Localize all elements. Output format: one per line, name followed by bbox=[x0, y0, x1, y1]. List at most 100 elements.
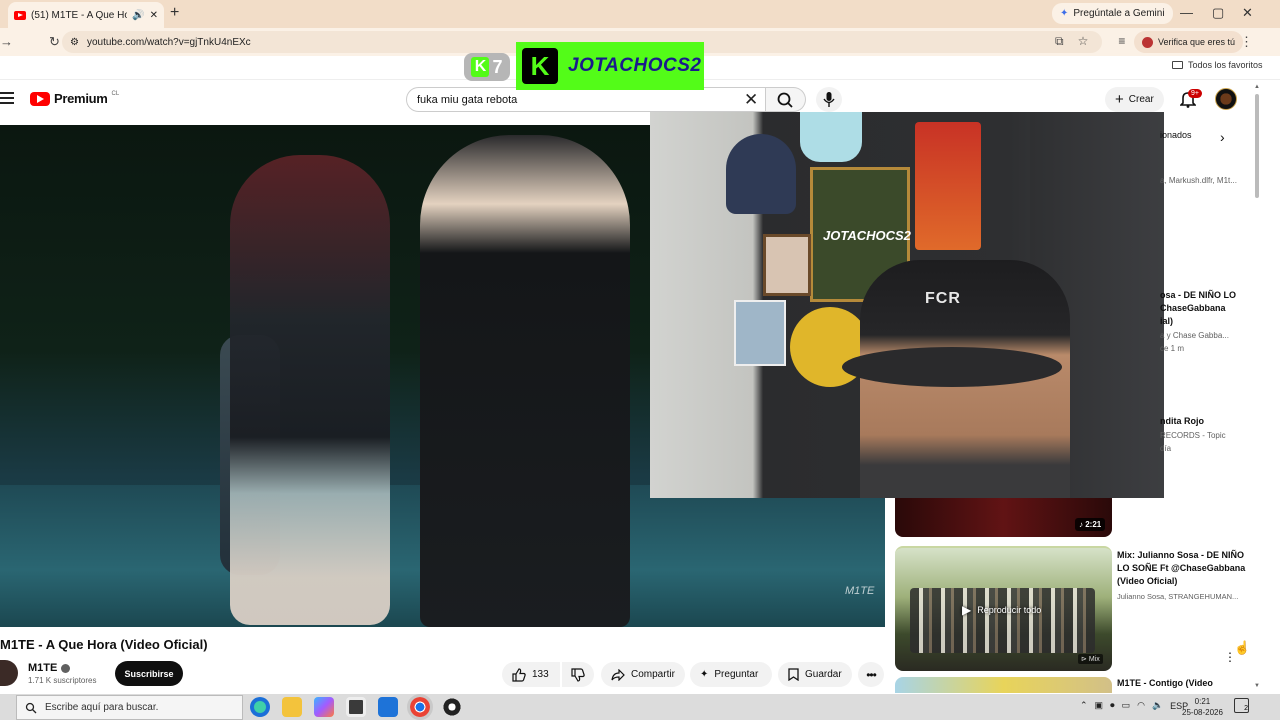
close-window-button[interactable]: ✕ bbox=[1242, 5, 1253, 21]
mix-title[interactable]: Mix: Julianno Sosa - DE NIÑO LO SOÑE Ft … bbox=[1117, 549, 1247, 588]
all-bookmarks-label: Todos los favoritos bbox=[1188, 60, 1263, 70]
battery-icon[interactable]: ▭ bbox=[1122, 700, 1131, 711]
kick-viewers-badge: K 7 bbox=[464, 53, 510, 81]
voice-search-button[interactable] bbox=[816, 87, 842, 112]
taskbar-search[interactable]: Escribe aquí para buscar. bbox=[16, 695, 243, 720]
hamburger-menu-icon[interactable] bbox=[0, 92, 14, 104]
subscribe-button[interactable]: Suscribirse bbox=[115, 661, 183, 686]
speaker-icon[interactable]: 🔊 bbox=[132, 10, 144, 21]
scroll-down-arrow[interactable]: ▼ bbox=[1254, 683, 1260, 689]
youtube-favicon-icon bbox=[14, 10, 26, 20]
bucket-hat-brim bbox=[842, 347, 1062, 387]
scrollbar-thumb[interactable] bbox=[1255, 94, 1259, 198]
clear-search-icon[interactable]: ✕ bbox=[744, 90, 758, 110]
channel-avatar[interactable] bbox=[0, 660, 18, 686]
edge-icon[interactable] bbox=[250, 697, 270, 717]
create-button[interactable]: + Crear bbox=[1105, 87, 1164, 112]
reload-icon[interactable]: ↻ bbox=[49, 34, 60, 50]
obs-icon[interactable] bbox=[442, 697, 462, 717]
copilot-icon[interactable] bbox=[314, 697, 334, 717]
photo-frame-2 bbox=[734, 300, 786, 366]
volume-icon[interactable]: 🔈 bbox=[1152, 700, 1163, 711]
video-watermark: M1TE bbox=[845, 585, 875, 597]
network-icon[interactable]: ▣ bbox=[1095, 700, 1104, 711]
more-actions-button[interactable]: ••• bbox=[858, 662, 884, 687]
clock-date: 25-08-2026 bbox=[1182, 708, 1223, 717]
browser-menu-icon[interactable]: ⋮ bbox=[1240, 34, 1253, 50]
url-text: youtube.com/watch?v=gjTnkU4nEXc bbox=[86, 36, 251, 48]
save-button[interactable]: Guardar bbox=[778, 662, 852, 687]
more-horizontal-icon: ••• bbox=[866, 667, 877, 682]
rec-title-fragment[interactable]: ndita Rojo bbox=[1160, 415, 1204, 428]
search-icon bbox=[777, 92, 793, 108]
play-icon: ▶ bbox=[962, 603, 972, 617]
gemini-button[interactable]: ✦ Pregúntale a Gemini bbox=[1052, 3, 1173, 24]
mouse-cursor-icon: ☝ bbox=[1234, 640, 1251, 655]
sparkle-icon: ✦ bbox=[1060, 8, 1069, 19]
rec-channel-fragment: a y Chase Gabba... bbox=[1160, 331, 1229, 340]
scroll-up-arrow[interactable]: ▲ bbox=[1254, 84, 1260, 90]
rec-title-fragment[interactable]: ial) bbox=[1160, 315, 1173, 328]
filter-chip-related[interactable]: ionados bbox=[1160, 130, 1192, 140]
rec-title-3[interactable]: M1TE - Contigo (Video bbox=[1117, 678, 1213, 688]
hanging-hat bbox=[726, 134, 796, 214]
rec-title-fragment[interactable]: ChaseGabbana bbox=[1160, 302, 1226, 315]
maximize-button[interactable]: ▢ bbox=[1212, 5, 1224, 21]
hanging-cap bbox=[800, 112, 862, 162]
profile-verify-button[interactable]: Verifica que eres tú bbox=[1134, 31, 1244, 53]
country-code: CL bbox=[111, 90, 120, 97]
youtube-logo[interactable]: Premium CL bbox=[30, 91, 119, 106]
webcam-overlay: JOTACHOCS2 FCR bbox=[650, 112, 1164, 498]
mail-icon[interactable] bbox=[378, 697, 398, 717]
ask-label: Preguntar bbox=[714, 669, 759, 680]
duration-badge: ♪ 2:21 bbox=[1075, 518, 1106, 531]
tray-chevron-icon[interactable]: ⌃ bbox=[1080, 700, 1088, 711]
clock-time: 0:21 bbox=[1194, 697, 1211, 706]
new-tab-button[interactable]: + bbox=[170, 4, 179, 22]
file-explorer-icon[interactable] bbox=[282, 697, 302, 717]
store-icon[interactable] bbox=[346, 697, 366, 717]
bookmark-star-icon[interactable]: ☆ bbox=[1078, 34, 1089, 49]
rec-meta-fragment: día bbox=[1160, 444, 1172, 453]
forward-icon[interactable]: → bbox=[0, 34, 13, 50]
rec-title-fragment[interactable]: osa - DE NIÑO LO bbox=[1160, 289, 1236, 302]
channel-name: M1TE bbox=[28, 662, 58, 674]
all-bookmarks-button[interactable]: Todos los favoritos bbox=[1172, 60, 1263, 70]
clock[interactable]: 0:21 25-08-2026 bbox=[1182, 696, 1223, 718]
media-control-icon[interactable]: ≡ bbox=[1118, 34, 1125, 49]
dislike-button[interactable] bbox=[562, 662, 594, 687]
nav-buttons: → ↻ bbox=[0, 34, 60, 50]
share-arrow-icon bbox=[611, 668, 625, 681]
ironman-poster bbox=[915, 122, 981, 250]
chip-next-icon[interactable]: › bbox=[1220, 129, 1225, 145]
ask-button[interactable]: ✦ Preguntar bbox=[690, 662, 772, 687]
mic-tray-icon[interactable]: ⏺ bbox=[1110, 700, 1115, 711]
chrome-icon[interactable] bbox=[407, 694, 433, 720]
share-label: Compartir bbox=[631, 669, 675, 680]
like-button[interactable]: 133 bbox=[502, 662, 560, 687]
kick-channel-name: JOTACHOCS2 bbox=[568, 55, 702, 76]
minimize-button[interactable]: — bbox=[1180, 5, 1193, 20]
install-app-icon[interactable]: ⧉ bbox=[1055, 34, 1064, 49]
tab-close-icon[interactable]: ✕ bbox=[150, 10, 158, 21]
site-info-icon[interactable]: ⚙ bbox=[70, 37, 79, 48]
photo-frame bbox=[763, 234, 811, 296]
account-avatar[interactable] bbox=[1215, 88, 1237, 110]
duration-text: 2:21 bbox=[1085, 520, 1102, 529]
start-button[interactable] bbox=[0, 700, 10, 714]
channel-name-link[interactable]: M1TE bbox=[28, 662, 71, 674]
play-all-button[interactable]: ▶ Reproducir todo bbox=[962, 603, 1041, 617]
rec-thumbnail-3[interactable] bbox=[895, 677, 1112, 693]
subscriber-count: 1.71 K suscriptores bbox=[28, 676, 97, 685]
search-input[interactable]: fuka miu gata rebota bbox=[406, 87, 766, 112]
video-title: M1TE - A Que Hora (Video Oficial) bbox=[0, 637, 208, 652]
kick-k-icon: K bbox=[471, 57, 490, 77]
system-tray: ⌃ ▣ ⏺ ▭ ◠ 🔈 ESP bbox=[1080, 700, 1188, 711]
notification-center-icon[interactable]: 2 bbox=[1234, 698, 1249, 713]
video-figure-man bbox=[420, 135, 630, 627]
share-button[interactable]: Compartir bbox=[601, 662, 685, 687]
browser-tab[interactable]: (51) M1TE - A Que Hora (Vi 🔊 ✕ bbox=[8, 2, 164, 28]
search-button[interactable] bbox=[766, 87, 806, 112]
wifi-icon[interactable]: ◠ bbox=[1137, 700, 1145, 711]
bookmark-icon bbox=[788, 668, 799, 681]
